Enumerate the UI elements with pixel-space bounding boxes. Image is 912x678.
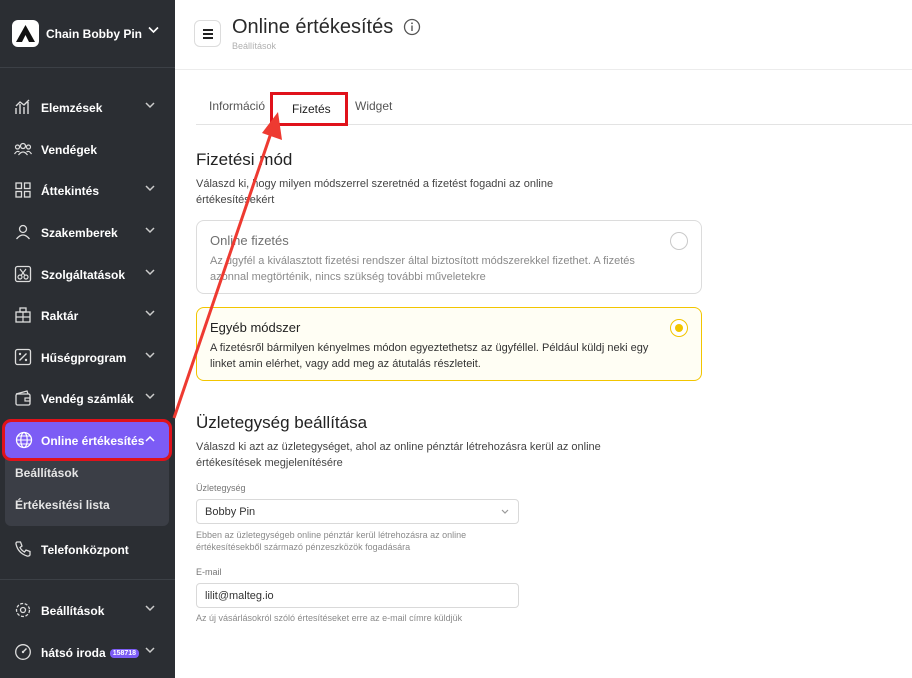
page-title: Online értékesítés [232,16,394,38]
scissors-icon [14,265,32,283]
percent-icon [14,348,32,366]
business-unit-select[interactable]: Bobby Pin [196,499,519,524]
sidebar-item-elemzesek[interactable]: Elemzések [0,90,175,124]
user-icon [15,224,31,240]
tab-informacio[interactable]: Információ [209,99,265,113]
payment-section-description: Válaszd ki, hogy milyen módszerrel szere… [196,178,554,206]
hamburger-icon [203,29,213,31]
sidebar-item-vendegek[interactable]: Vendégek [0,132,175,166]
backoffice-badge: 158718 [109,649,140,658]
sidebar-item-beallitasok[interactable]: Beállítások [0,593,175,627]
workspace-switcher[interactable]: Chain Bobby Pin [0,0,175,68]
chevron-down-icon [145,605,155,612]
chevron-down-icon [145,102,155,109]
warehouse-icon [15,307,31,323]
wallet-icon [15,390,31,406]
chevron-down-icon [501,509,509,514]
sidebar-item-raktar[interactable]: Raktár [0,298,175,332]
option-description: Az ügyfél a kiválasztott fizetési rendsz… [210,255,635,283]
chevron-down-icon [145,393,155,400]
gear-icon [15,602,31,618]
sidebar-subitem-beallitasok[interactable]: Beállítások [15,466,78,480]
sidebar-subitem-ertekesitesi-lista[interactable]: Értékesítési lista [15,498,110,512]
tab-widget[interactable]: Widget [355,99,392,113]
payment-section-title: Fizetési mód [196,150,293,169]
analytics-icon [15,99,30,114]
workspace-name: Chain Bobby Pin [46,27,142,41]
sidebar-item-vendeg-szamlak[interactable]: Vendég számlák [0,381,175,415]
option-description: A fizetésről bármilyen kényelmes módon e… [210,342,649,370]
tab-bar: Információ Fizetés Widget [196,87,912,126]
chevron-up-icon [145,435,155,442]
sidebar-item-attekintes[interactable]: Áttekintés [0,173,175,207]
grid-icon [15,182,31,198]
chevron-down-icon [145,227,155,234]
sidebar-item-husegprogram[interactable]: Hűségprogram [0,340,175,374]
sidebar: Chain Bobby Pin Elemzések Vendégek Áttek… [0,0,175,678]
page-header: Online értékesítés Beállítások [175,0,912,70]
radio-other-method[interactable] [670,319,688,337]
email-help-text: Az új vásárlásokról szóló értesítéseket … [196,613,463,623]
chevron-down-icon [148,26,159,34]
gauge-icon [15,644,31,660]
unit-help-text: Ebben az üzletegységeb online pénztár ke… [196,530,467,552]
sidebar-item-online-ertekesites[interactable]: Online értékesítés [2,419,172,461]
option-title: Egyéb módszer [210,320,301,335]
payment-option-other[interactable]: Egyéb módszer A fizetésről bármilyen kén… [196,307,702,381]
chevron-down-icon [145,185,155,192]
sidebar-divider [0,579,175,580]
payment-option-online[interactable]: Online fizetés Az ügyfél a kiválasztott … [196,220,702,294]
sidebar-item-hatso-iroda[interactable]: hátsó iroda 158718 [0,635,175,669]
unit-label: Üzletegység [196,483,246,493]
tab-fizetes[interactable]: Fizetés [270,92,348,126]
brand-logo [12,20,39,47]
chevron-down-icon [145,647,155,654]
sidebar-item-telefonkozpont[interactable]: Telefonközpont [0,532,175,566]
chevron-down-icon [145,352,155,359]
business-section-title: Üzletegység beállítása [196,413,368,432]
chevron-down-icon [145,310,155,317]
backoffice-label: hátsó iroda [41,646,106,660]
menu-toggle-button[interactable] [194,20,221,47]
option-title: Online fizetés [210,233,289,248]
chevron-down-icon [145,269,155,276]
info-icon[interactable] [403,18,421,36]
breadcrumb[interactable]: Beállítások [232,41,276,51]
globe-icon [15,431,33,449]
business-section-description: Válaszd ki azt az üzletegységet, ahol az… [196,441,601,469]
sidebar-item-szakemberek[interactable]: Szakemberek [0,215,175,249]
phone-icon [15,541,31,557]
users-icon [14,142,32,156]
email-label: E-mail [196,567,222,577]
email-field[interactable]: lilit@malteg.io [196,583,519,608]
radio-online-payment[interactable] [670,232,688,250]
sidebar-item-szolgaltatasok[interactable]: Szolgáltatások [0,257,175,291]
